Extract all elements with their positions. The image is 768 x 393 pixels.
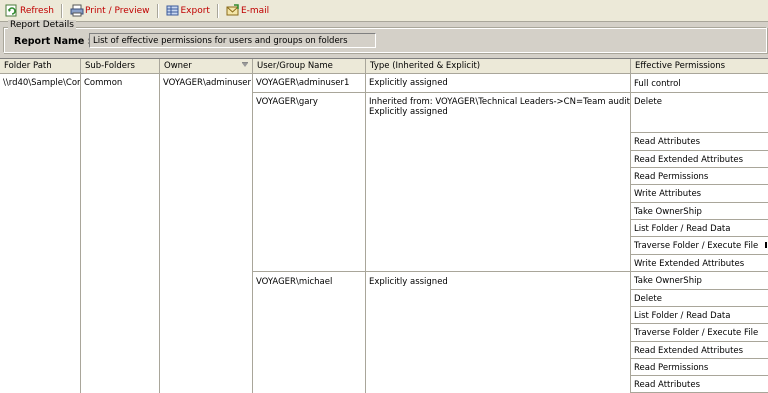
permission-cell[interactable]: Delete (631, 290, 768, 307)
owner-cell[interactable]: VOYAGER\adminuser1 (160, 75, 252, 91)
permission-cell[interactable]: Take OwnerShip (631, 203, 768, 220)
user-cell[interactable]: VOYAGER\gary (253, 94, 365, 110)
permission-cell[interactable]: Read Extended Attributes (631, 151, 768, 168)
email-icon (226, 4, 239, 17)
column-header-type[interactable]: Type (Inherited & Explicit) (366, 59, 631, 74)
column-header-owner-label: Owner (164, 61, 192, 71)
column-divider (252, 74, 253, 393)
column-header-user-group[interactable]: User/Group Name (253, 59, 366, 74)
permissions-grid: Folder Path Sub-Folders Owner User/Group… (0, 58, 768, 393)
refresh-button[interactable]: Refresh (2, 2, 57, 20)
print-preview-button[interactable]: Print / Preview (67, 2, 153, 20)
report-details-group: Report Details Report Name : List of eff… (3, 20, 767, 53)
print-preview-label: Print / Preview (85, 5, 150, 16)
permission-cell[interactable]: Read Attributes (631, 133, 768, 151)
scroll-indicator (765, 242, 767, 248)
type-cell[interactable]: Explicitly assigned (366, 75, 630, 91)
export-icon (166, 4, 179, 17)
permission-cell[interactable]: Read Permissions (631, 168, 768, 185)
export-button[interactable]: Export (163, 2, 213, 20)
permission-cell[interactable]: Take OwnerShip (631, 272, 768, 290)
column-header-owner[interactable]: Owner (160, 59, 253, 74)
folder-path-cell[interactable]: \\rd40\Sample\Comm (0, 75, 80, 91)
column-header-sub-folders[interactable]: Sub-Folders (81, 59, 160, 74)
toolbar-separator (216, 3, 219, 18)
printer-icon (70, 4, 84, 17)
toolbar: Refresh Print / Preview Export E-mail (0, 0, 768, 22)
email-button[interactable]: E-mail (223, 2, 272, 20)
type-cell[interactable]: Explicitly assigned (366, 274, 630, 290)
permission-cell[interactable]: List Folder / Read Data (631, 307, 768, 324)
permission-cell[interactable]: Traverse Folder / Execute File (631, 237, 768, 255)
column-divider (80, 74, 81, 393)
refresh-label: Refresh (20, 5, 54, 16)
column-divider (365, 74, 366, 393)
type-cell-line-2: Explicitly assigned (369, 107, 448, 117)
user-cell[interactable]: VOYAGER\adminuser1 (253, 75, 365, 91)
permission-cell[interactable]: Read Attributes (631, 376, 768, 393)
permission-cell[interactable]: Write Attributes (631, 185, 768, 203)
report-name-field[interactable]: List of effective permissions for users … (89, 33, 376, 48)
column-divider (159, 74, 160, 393)
permission-cell[interactable]: Read Extended Attributes (631, 342, 768, 359)
permission-cell[interactable]: List Folder / Read Data (631, 220, 768, 237)
report-name-label: Report Name : (14, 36, 92, 47)
permission-cell[interactable]: Delete (631, 93, 768, 133)
permission-cell[interactable]: Write Extended Attributes (631, 255, 768, 272)
export-label: Export (180, 5, 210, 16)
report-details-legend: Report Details (8, 20, 76, 30)
toolbar-separator (156, 3, 159, 18)
permission-cell[interactable]: Read Permissions (631, 359, 768, 376)
email-label: E-mail (240, 5, 270, 16)
filter-icon[interactable] (242, 62, 248, 70)
permission-cell[interactable]: Traverse Folder / Execute File (631, 324, 768, 342)
sub-folders-cell[interactable]: Common (81, 75, 159, 91)
user-cell[interactable]: VOYAGER\michael (253, 274, 365, 290)
column-header-folder-path[interactable]: Folder Path (0, 59, 81, 74)
permission-cell[interactable]: Full control (631, 75, 768, 93)
refresh-icon (5, 4, 18, 17)
column-header-effective-permissions[interactable]: Effective Permissions (631, 59, 768, 74)
toolbar-separator (61, 3, 63, 18)
